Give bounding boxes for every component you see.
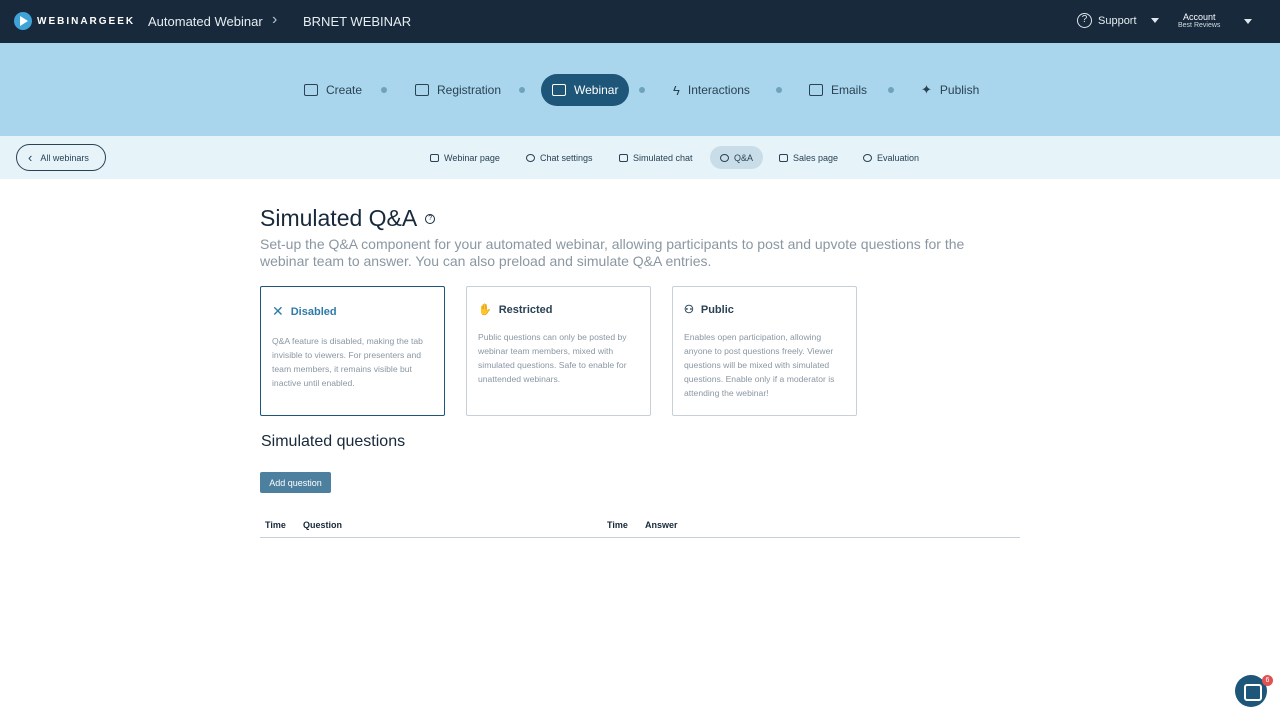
breadcrumb-webinar-name[interactable]: BRNET WEBINAR	[303, 14, 411, 29]
chats-icon	[619, 153, 628, 162]
bolt-icon: ϟ	[673, 82, 680, 98]
step-label: Registration	[437, 83, 502, 97]
option-title: Public	[700, 303, 734, 316]
check-circle-icon	[863, 153, 872, 162]
page-description: Set-up the Q&A component for your automa…	[260, 236, 965, 269]
account-sub: Best Reviews	[1178, 22, 1221, 29]
question-circle-icon: ?	[1077, 13, 1092, 28]
option-text: Q&A feature is disabled, making the tab …	[272, 336, 423, 388]
people-icon: ⚇	[684, 304, 694, 316]
monitor-icon	[430, 153, 439, 162]
step-publish[interactable]: ✦ Publish	[921, 74, 979, 106]
breadcrumb-automated-webinar[interactable]: Automated Webinar	[148, 14, 263, 29]
questions-table-header: Time Question Time Answer	[260, 517, 1020, 538]
column-time[interactable]: Time	[265, 520, 286, 530]
option-text: Enables open participation, allowing any…	[684, 332, 835, 398]
sparkle-icon: ✦	[921, 82, 932, 97]
option-restricted[interactable]: ✋ Restricted Public questions can only b…	[466, 286, 651, 416]
step-label: Webinar	[574, 83, 619, 97]
question-circle-icon	[720, 153, 729, 162]
account-menu[interactable]: Account Best Reviews	[1178, 12, 1220, 29]
step-dot	[519, 87, 525, 93]
support-label: Support	[1098, 14, 1137, 27]
tab-webinar-page[interactable]: Webinar page	[430, 146, 500, 169]
step-dot	[888, 87, 894, 93]
step-bar: Create Registration Webinar ϟ Interactio…	[0, 43, 1280, 136]
add-question-button[interactable]: Add question	[260, 472, 331, 493]
hand-icon: ✋	[478, 304, 492, 316]
option-title: Restricted	[498, 303, 553, 316]
tab-label: Evaluation	[877, 152, 920, 163]
step-label: Create	[326, 83, 363, 97]
step-label: Interactions	[687, 83, 750, 97]
step-dot	[639, 87, 645, 93]
option-public[interactable]: ⚇ Public Enables open participation, all…	[672, 286, 857, 416]
title-text: Simulated Q&A	[260, 205, 418, 231]
close-icon: ✕	[272, 303, 284, 319]
column-answer-time[interactable]: Time	[607, 520, 628, 530]
option-disabled[interactable]: ✕ Disabled Q&A feature is disabled, maki…	[260, 286, 445, 416]
option-title: Disabled	[290, 305, 337, 318]
chevron-right-icon: ›	[272, 11, 278, 28]
logo[interactable]: WEBINARGEEK	[14, 12, 135, 30]
logo-text: WEBINARGEEK	[37, 15, 136, 27]
option-head: ✋ Restricted	[478, 303, 639, 317]
column-question[interactable]: Question	[303, 520, 342, 530]
chat-icon	[526, 153, 535, 162]
step-dot	[776, 87, 782, 93]
chevron-left-icon: ‹	[28, 150, 33, 165]
top-bar: WEBINARGEEK Automated Webinar › BRNET WE…	[0, 0, 1280, 43]
tab-qa[interactable]: Q&A	[710, 146, 764, 169]
account-label: Account	[1182, 12, 1216, 22]
tab-label: Q&A	[734, 152, 754, 163]
back-label: All webinars	[40, 152, 89, 163]
step-interactions[interactable]: ϟ Interactions	[673, 74, 750, 106]
help-icon[interactable]: ?	[425, 213, 436, 224]
option-head: ⚇ Public	[684, 303, 845, 317]
tab-label: Simulated chat	[633, 152, 693, 163]
all-webinars-button[interactable]: ‹ All webinars	[16, 144, 106, 171]
support-menu[interactable]: ? Support	[1077, 13, 1159, 28]
page-title: Simulated Q&A ?	[260, 205, 436, 232]
tab-sales-page[interactable]: Sales page	[779, 146, 838, 169]
simulated-questions-title: Simulated questions	[261, 433, 406, 450]
tab-simulated-chat[interactable]: Simulated chat	[619, 146, 693, 169]
caret-down-icon	[1150, 18, 1159, 23]
sub-nav: ‹ All webinars Webinar page Chat setting…	[0, 136, 1280, 179]
step-label: Emails	[831, 83, 868, 97]
step-create[interactable]: Create	[304, 74, 362, 106]
form-icon	[415, 84, 429, 96]
chat-badge: 6	[1262, 675, 1273, 686]
play-logo-icon	[14, 12, 32, 30]
column-answer[interactable]: Answer	[645, 520, 678, 530]
step-registration[interactable]: Registration	[415, 74, 501, 106]
step-label: Publish	[939, 83, 980, 97]
document-icon	[779, 153, 788, 162]
tab-evaluation[interactable]: Evaluation	[863, 146, 919, 169]
tab-label: Chat settings	[540, 152, 593, 163]
step-dot	[381, 87, 387, 93]
mail-icon	[809, 84, 823, 96]
account-caret-icon[interactable]	[1244, 19, 1252, 24]
option-text: Public questions can only be posted by w…	[478, 332, 627, 384]
option-head: ✕ Disabled	[272, 303, 433, 320]
pencil-icon	[304, 84, 318, 96]
tab-chat-settings[interactable]: Chat settings	[526, 146, 593, 169]
tab-label: Webinar page	[444, 152, 500, 163]
tab-label: Sales page	[793, 152, 839, 163]
step-webinar[interactable]: Webinar	[541, 74, 630, 106]
screen-icon	[552, 84, 566, 96]
step-emails[interactable]: Emails	[809, 74, 867, 106]
